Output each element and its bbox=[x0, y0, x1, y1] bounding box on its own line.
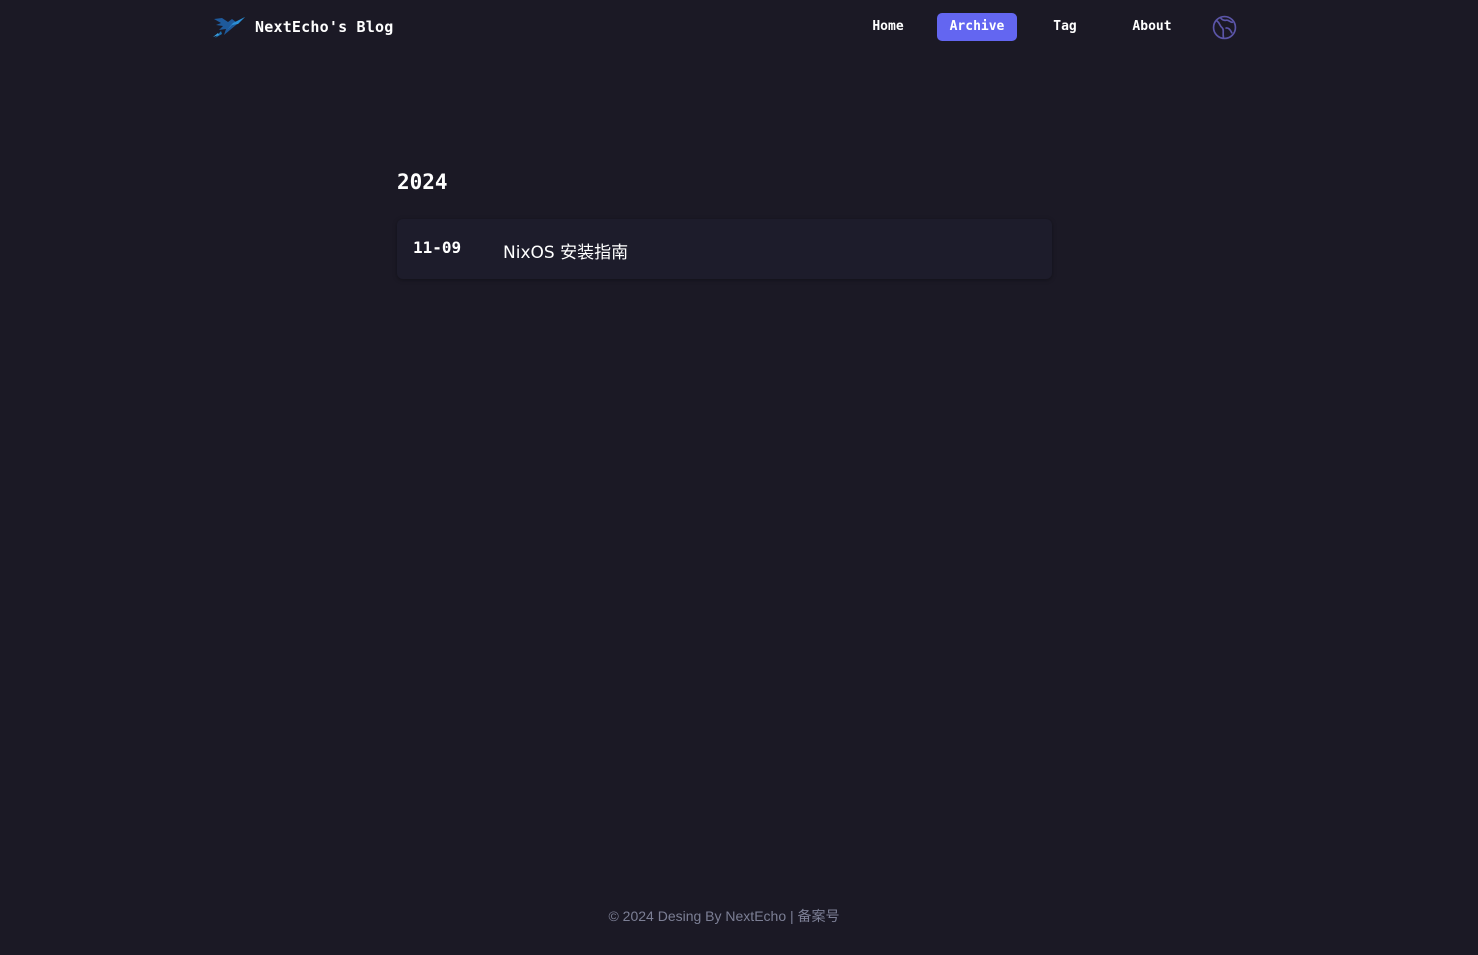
brand-link[interactable]: NextEcho's Blog bbox=[212, 13, 393, 41]
site-footer: © 2024 Desing By NextEcho | 备案号 bbox=[0, 906, 1448, 926]
footer-separator: | bbox=[790, 908, 794, 924]
footer-icp-link[interactable]: 备案号 bbox=[798, 908, 840, 924]
post-date: 11-09 bbox=[413, 238, 462, 257]
post-title-link[interactable]: NixOS 安装指南 bbox=[503, 238, 628, 263]
nav-archive[interactable]: Archive bbox=[937, 13, 1017, 41]
archive-year-heading: 2024 bbox=[397, 170, 448, 194]
footer-copyright: © 2024 Desing By NextEcho bbox=[608, 908, 787, 924]
hummingbird-logo-icon bbox=[213, 17, 245, 38]
nav-tag[interactable]: Tag bbox=[1035, 13, 1095, 41]
archive-post-item[interactable]: 11-09 NixOS 安装指南 bbox=[397, 219, 1052, 279]
site-header: NextEcho's Blog Home Archive Tag About bbox=[0, 0, 1478, 54]
archive-page: NextEcho's Blog Home Archive Tag About 2… bbox=[0, 0, 1478, 955]
brand-title: NextEcho's Blog bbox=[255, 18, 394, 36]
nav-home[interactable]: Home bbox=[858, 13, 918, 41]
globe-icon[interactable] bbox=[1212, 15, 1237, 40]
nav-about[interactable]: About bbox=[1122, 13, 1182, 41]
